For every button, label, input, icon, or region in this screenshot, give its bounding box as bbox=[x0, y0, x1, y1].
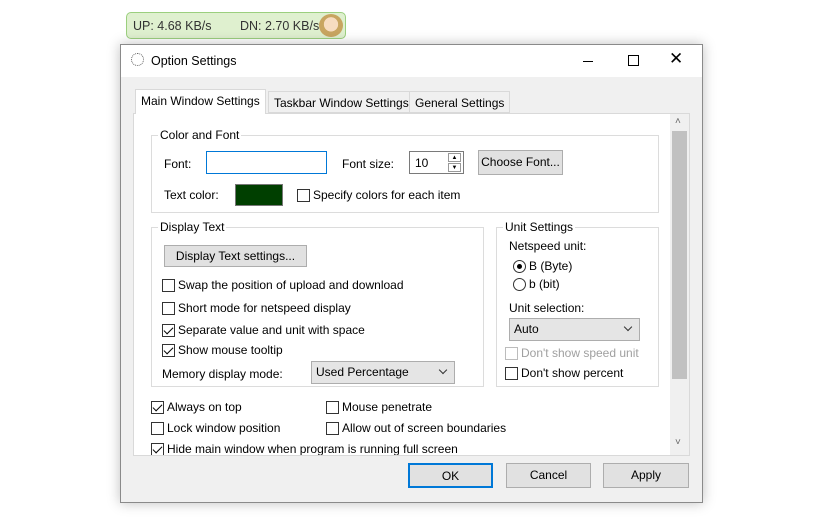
font-size-stepper[interactable]: 10 ▲ ▼ bbox=[409, 151, 464, 174]
group-legend: Display Text bbox=[158, 220, 227, 234]
text-color-swatch[interactable] bbox=[235, 184, 283, 206]
unit-selection-select[interactable]: Auto bbox=[509, 318, 640, 341]
ok-button[interactable]: OK bbox=[408, 463, 493, 488]
text-color-label: Text color: bbox=[164, 188, 219, 202]
spin-down-icon[interactable]: ▼ bbox=[448, 163, 461, 172]
scroll-down-icon[interactable]: ˅ bbox=[675, 437, 681, 448]
gear-icon bbox=[131, 53, 144, 66]
memory-mode-select[interactable]: Used Percentage bbox=[311, 361, 455, 384]
netspeed-unit-label: Netspeed unit: bbox=[509, 239, 587, 253]
upload-speed: UP: 4.68 KB/s bbox=[133, 19, 212, 33]
title-bar: Option Settings ✕ bbox=[121, 45, 702, 77]
scroll-up-icon[interactable]: ˄ bbox=[675, 116, 681, 127]
font-input[interactable] bbox=[206, 151, 327, 174]
font-label: Font: bbox=[164, 157, 192, 171]
memory-mode-label: Memory display mode: bbox=[162, 367, 283, 381]
font-size-value: 10 bbox=[415, 156, 429, 170]
scrollbar-thumb[interactable] bbox=[672, 131, 687, 379]
apply-button[interactable]: Apply bbox=[603, 463, 689, 488]
tab-panel: Color and Font Font: Font size: 10 ▲ ▼ C… bbox=[133, 113, 690, 456]
group-legend: Unit Settings bbox=[503, 220, 576, 234]
minimize-button[interactable] bbox=[583, 61, 593, 62]
display-text-settings-button[interactable]: Display Text settings... bbox=[164, 245, 307, 267]
spin-up-icon[interactable]: ▲ bbox=[448, 153, 461, 162]
unit-settings-group: Unit Settings Netspeed unit: B (Byte) b … bbox=[496, 220, 659, 387]
tab-taskbar-window-settings[interactable]: Taskbar Window Settings bbox=[268, 91, 415, 113]
color-font-group: Color and Font Font: Font size: 10 ▲ ▼ C… bbox=[151, 128, 659, 213]
option-settings-dialog: Option Settings ✕ Main Window Settings T… bbox=[120, 44, 703, 503]
scrollbar[interactable]: ˄ ˅ bbox=[670, 114, 689, 455]
cancel-button[interactable]: Cancel bbox=[506, 463, 591, 488]
mascot-icon bbox=[319, 14, 343, 37]
group-legend: Color and Font bbox=[158, 128, 242, 142]
close-button[interactable]: ✕ bbox=[669, 49, 683, 69]
display-text-group: Display Text Display Text settings... Sw… bbox=[151, 220, 484, 387]
unit-selection-label: Unit selection: bbox=[509, 301, 585, 315]
netspeed-widget[interactable]: UP: 4.68 KB/s DN: 2.70 KB/s bbox=[126, 12, 346, 39]
download-speed: DN: 2.70 KB/s bbox=[240, 19, 320, 33]
font-size-label: Font size: bbox=[342, 157, 395, 171]
tab-general-settings[interactable]: General Settings bbox=[409, 91, 511, 113]
dialog-title: Option Settings bbox=[151, 54, 237, 68]
choose-font-button[interactable]: Choose Font... bbox=[478, 150, 563, 175]
maximize-button[interactable] bbox=[628, 55, 639, 66]
tab-main-window-settings[interactable]: Main Window Settings bbox=[135, 89, 266, 114]
